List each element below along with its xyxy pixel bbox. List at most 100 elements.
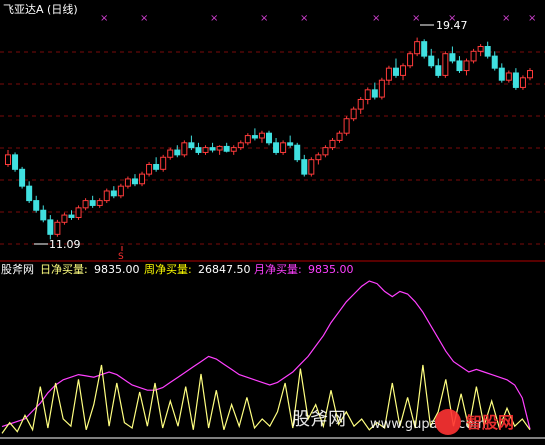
candle-body — [456, 60, 463, 72]
candle-body — [216, 145, 223, 151]
candle-body — [258, 132, 265, 139]
candle-body — [421, 41, 428, 57]
candle-body — [527, 70, 533, 79]
candle-body — [33, 200, 40, 211]
x-marker: × — [412, 13, 420, 24]
candle-body — [61, 214, 68, 223]
candle-body — [294, 144, 301, 161]
candle-body — [174, 149, 181, 156]
x-marker: × — [210, 13, 218, 24]
candle-body — [202, 147, 209, 153]
candle-body — [287, 142, 294, 146]
candle-body — [350, 108, 357, 120]
candle-body — [26, 185, 33, 202]
candle-body — [407, 53, 414, 67]
candle-body — [519, 77, 526, 88]
candle-body — [449, 53, 456, 62]
x-marker: × — [140, 13, 148, 24]
candle-body — [364, 89, 371, 100]
candle-body — [146, 163, 153, 175]
watermark-text-cn: 股斧网 — [292, 409, 346, 430]
candle-body — [470, 50, 477, 62]
chart-title: 飞亚达A (日线) — [3, 2, 78, 16]
candle-body — [400, 65, 407, 76]
candle-body — [96, 200, 103, 206]
candle-body — [322, 147, 329, 156]
legend-weekly-value: 26847.50 — [198, 263, 251, 276]
candle-body — [329, 139, 336, 149]
candle-body — [12, 154, 19, 170]
candle-body — [139, 173, 146, 185]
candle-body — [223, 145, 230, 152]
candle-body — [131, 178, 138, 185]
candle-body — [153, 163, 160, 170]
watermark-logo-icon — [435, 409, 461, 435]
candle-body — [117, 185, 124, 197]
x-marker: × — [260, 13, 268, 24]
candle-body — [19, 168, 26, 187]
candle-body — [47, 219, 54, 235]
candle-body — [237, 142, 244, 149]
candle-body — [428, 55, 435, 67]
candle-body — [54, 221, 61, 235]
candle-body — [266, 132, 272, 144]
candle-body — [251, 135, 258, 139]
candle-body — [463, 60, 470, 72]
candle-body — [315, 154, 322, 161]
candle-body — [505, 72, 512, 81]
candle-body — [160, 156, 167, 170]
candle-body — [435, 65, 442, 76]
candle-body — [371, 89, 378, 98]
candle-body — [343, 118, 350, 134]
high-label: 19.47 — [436, 19, 468, 32]
low-label: 11.09 — [49, 238, 81, 251]
chart-background — [0, 0, 545, 445]
x-marker: × — [528, 13, 536, 24]
watermark-logo-text: 智股网 — [466, 413, 514, 432]
candle-body — [82, 200, 89, 209]
candle-body — [392, 67, 399, 76]
candle-body — [209, 147, 216, 151]
candle-body — [244, 135, 251, 144]
candle-body — [188, 142, 195, 149]
candle-body — [477, 45, 484, 52]
candle-body — [230, 147, 237, 152]
candle-body — [110, 190, 117, 197]
candle-body — [75, 207, 82, 218]
candle-body — [378, 79, 385, 98]
candle-body — [103, 190, 110, 202]
legend-daily-value: 9835.00 — [94, 263, 140, 276]
candle-body — [301, 159, 308, 175]
legend-daily-label: 日净买量: — [40, 262, 88, 276]
candle-body — [5, 154, 11, 165]
candle-body — [167, 149, 174, 158]
candle-body — [308, 159, 315, 175]
chart-stage: × × × × × × × × × × 飞亚达A (日线) 19.47 11.09 S 股斧网 日… — [0, 0, 545, 445]
legend-source-label: 股斧网 — [1, 263, 34, 276]
legend-weekly-label: 周净买量: — [144, 262, 192, 276]
candle-body — [491, 55, 498, 69]
indicator-legend: 股斧网 日净买量: 9835.00 周净买量: 26847.50 月净买量: 9… — [1, 262, 354, 276]
candle-body — [124, 178, 131, 187]
candle-body — [512, 72, 519, 88]
candle-body — [40, 209, 47, 221]
candle-body — [484, 45, 491, 57]
candle-body — [195, 147, 202, 153]
candle-body — [181, 142, 188, 156]
legend-monthly-value: 9835.00 — [308, 263, 354, 276]
candle-body — [89, 200, 96, 206]
candle-body — [357, 98, 364, 110]
candle-body — [273, 142, 280, 153]
candle-body — [442, 53, 449, 76]
x-marker: × — [372, 13, 380, 24]
x-marker: × — [100, 13, 108, 24]
x-marker: × — [300, 13, 308, 24]
candle-body — [498, 67, 505, 81]
candle-body — [414, 41, 421, 55]
legend-monthly-label: 月净买量: — [254, 262, 302, 276]
candle-body — [280, 142, 287, 153]
x-marker: × — [502, 13, 510, 24]
candle-body — [385, 67, 392, 81]
candle-body — [68, 214, 75, 218]
candle-body — [336, 132, 343, 141]
